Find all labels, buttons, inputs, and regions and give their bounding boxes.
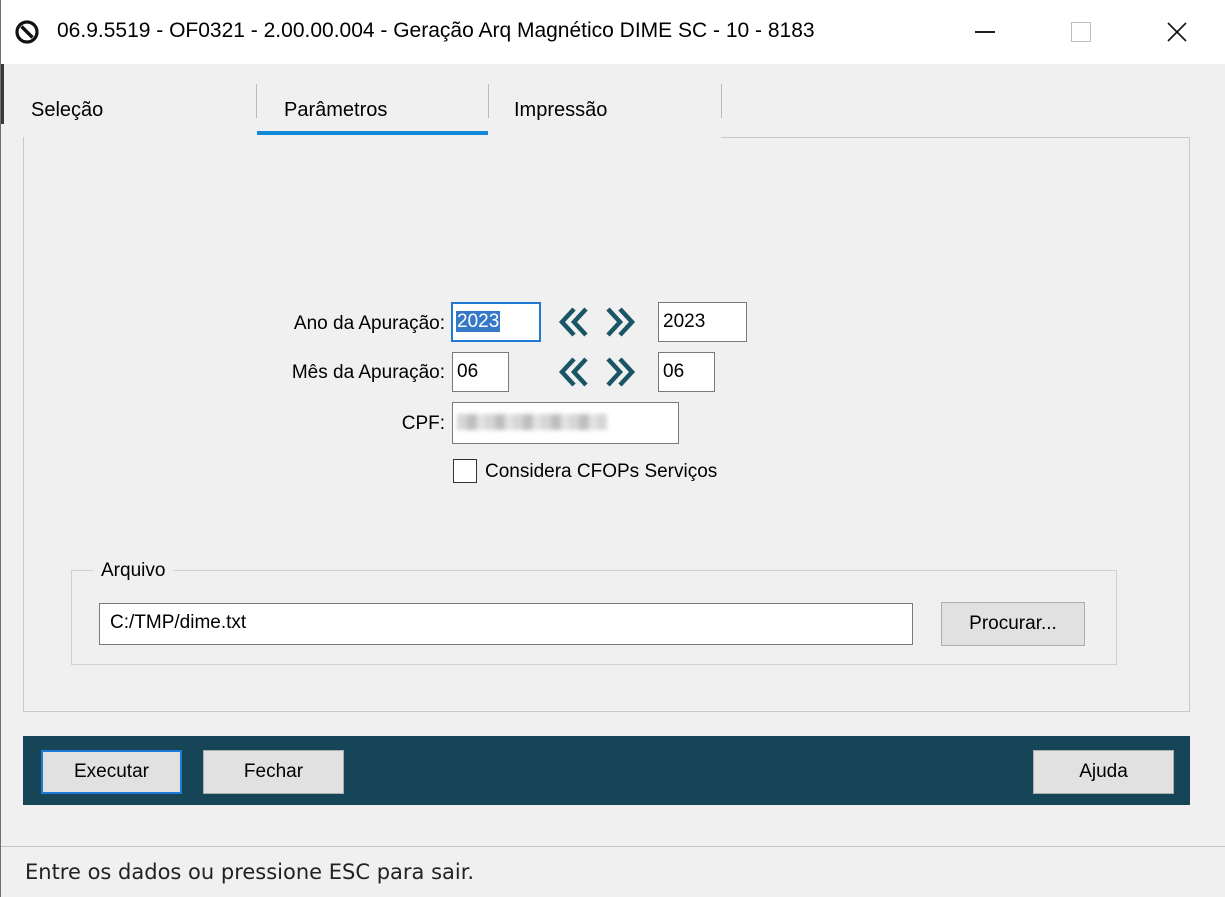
tab-separator <box>721 84 722 118</box>
tab-selecao-label: Seleção <box>31 98 104 121</box>
title-bar[interactable]: 06.9.5519 - OF0321 - 2.00.00.004 - Geraç… <box>1 0 1225 64</box>
window-title: 06.9.5519 - OF0321 - 2.00.00.004 - Geraç… <box>57 19 815 42</box>
action-bar <box>23 736 1190 805</box>
arquivo-path-input[interactable]: C:/TMP/dime.txt <box>99 603 913 645</box>
executar-button[interactable]: Executar <box>41 750 182 794</box>
ano-to-value: 2023 <box>663 311 706 332</box>
fechar-button[interactable]: Fechar <box>203 750 344 794</box>
arquivo-legend: Arquivo <box>93 560 174 582</box>
maximize-icon <box>1071 22 1091 42</box>
window-edge <box>1 64 4 124</box>
executar-label: Executar <box>74 761 149 782</box>
fechar-label: Fechar <box>243 761 304 782</box>
minimize-icon <box>975 31 995 33</box>
close-button[interactable] <box>1129 0 1225 64</box>
mes-to-input[interactable]: 06 <box>658 352 715 392</box>
double-chevron-left-right-icon <box>558 357 636 387</box>
ano-from-value: 2023 <box>456 311 501 332</box>
double-chevron-left-right-icon <box>558 307 636 337</box>
tab-parametros[interactable]: Parâmetros <box>257 82 487 138</box>
considera-cfops-checkbox[interactable] <box>453 459 477 483</box>
ano-label: Ano da Apuração: <box>293 313 445 334</box>
cpf-label: CPF: <box>401 413 445 434</box>
app-window: 06.9.5519 - OF0321 - 2.00.00.004 - Geraç… <box>0 0 1225 897</box>
close-icon <box>1167 22 1187 42</box>
ano-from-input[interactable]: 2023 <box>451 302 541 342</box>
procurar-button[interactable]: Procurar... <box>941 602 1085 646</box>
procurar-label: Procurar... <box>969 613 1057 634</box>
active-tab-indicator <box>257 131 488 135</box>
tab-parametros-label: Parâmetros <box>284 98 388 121</box>
ano-to-input[interactable]: 2023 <box>658 302 747 342</box>
cpf-input[interactable] <box>452 402 679 444</box>
mes-to-value: 06 <box>663 361 685 382</box>
mes-label: Mês da Apuração: <box>291 362 445 383</box>
ajuda-button[interactable]: Ajuda <box>1033 750 1174 794</box>
ajuda-label: Ajuda <box>1079 761 1128 782</box>
ano-copy-arrows[interactable] <box>557 302 637 342</box>
cpf-redacted <box>457 414 607 430</box>
tab-selecao[interactable]: Seleção <box>31 82 256 138</box>
tab-impressao-label: Impressão <box>514 98 608 121</box>
mes-from-input[interactable]: 06 <box>452 352 509 392</box>
tab-impressao[interactable]: Impressão <box>489 82 721 138</box>
mes-from-value: 06 <box>457 361 479 382</box>
minimize-button[interactable] <box>937 0 1033 64</box>
app-logo-icon <box>15 20 39 44</box>
considera-cfops-label[interactable]: Considera CFOPs Serviços <box>485 461 717 483</box>
maximize-button[interactable] <box>1033 0 1129 64</box>
arquivo-path-value: C:/TMP/dime.txt <box>110 612 247 633</box>
status-text: Entre os dados ou pressione ESC para sai… <box>25 860 475 884</box>
tab-panel-joint <box>24 136 721 139</box>
mes-copy-arrows[interactable] <box>557 352 637 392</box>
status-bar: Entre os dados ou pressione ESC para sai… <box>1 846 1225 897</box>
